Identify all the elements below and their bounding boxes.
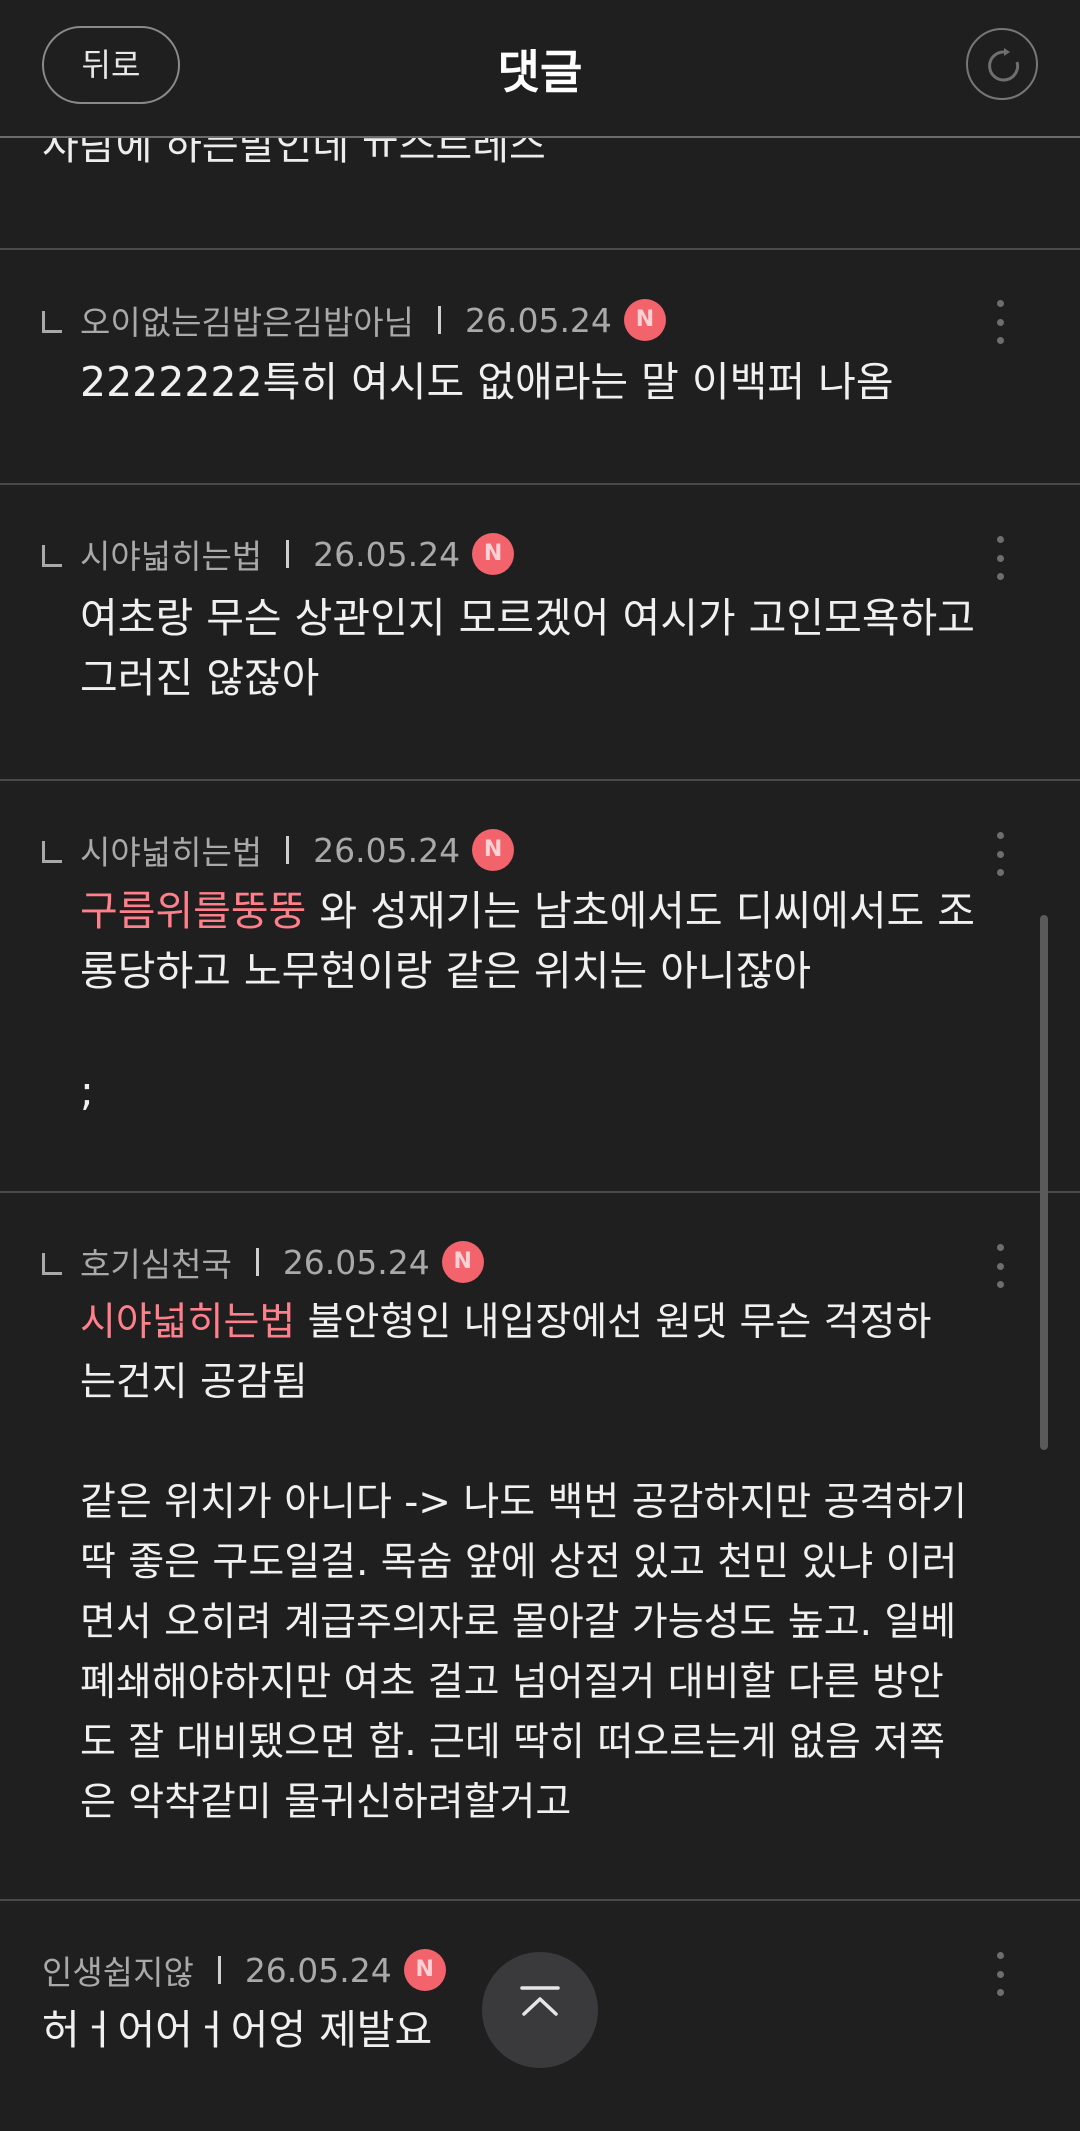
comment-date: 26.05.24 — [313, 830, 461, 870]
comment-date: 26.05.24 — [244, 1950, 392, 1990]
comment-text: 2222222특히 여시도 없애라는 말 이백퍼 나옴 — [80, 358, 894, 406]
reply-indicator-icon — [42, 1253, 62, 1275]
more-options-icon[interactable] — [996, 1244, 1004, 1288]
separator — [217, 1956, 221, 1984]
chevron-up-icon — [520, 1986, 560, 2016]
reply-indicator-icon — [42, 841, 62, 863]
comment-text: 여초랑 무슨 상관인지 모르겠어 여시가 고인모욕하고 그러진 않잖아 — [80, 594, 976, 702]
reply-indicator-icon — [42, 311, 62, 333]
new-badge: N — [403, 1949, 446, 1991]
comment-date: 26.05.24 — [464, 300, 612, 340]
more-options-icon[interactable] — [996, 1952, 1004, 1996]
comment-date: 26.05.24 — [282, 1242, 430, 1282]
comment-body: 불안형인 내입장에선 원댓 무슨 걱정하 는건지 공감됨 같은 위치가 아니다 … — [80, 1300, 968, 1825]
header-bar: 뒤로 댓글 — [0, 0, 1080, 138]
mention-link[interactable]: 구름위를뚱뚱 — [80, 887, 306, 935]
page-title: 댓글 — [497, 45, 583, 99]
mention-link[interactable]: 시야넓히는법 — [80, 1300, 295, 1345]
divider — [0, 1899, 1080, 1901]
more-options-icon[interactable] — [996, 536, 1004, 580]
comment-meta: 시야넓히는법 26.05.24 N — [42, 530, 515, 578]
comment-author[interactable]: 인생쉽지않 — [42, 1946, 194, 1994]
new-badge: N — [441, 1241, 484, 1283]
new-badge: N — [472, 829, 515, 871]
comment-meta: 호기심천국 26.05.24 N — [42, 1238, 484, 1286]
refresh-button[interactable] — [966, 28, 1038, 100]
divider — [0, 248, 1080, 250]
more-options-icon[interactable] — [996, 832, 1004, 876]
reply-indicator-icon — [42, 545, 62, 567]
separator — [286, 836, 290, 864]
comment-text: 구름위를뚱뚱 와 성재기는 남초에서도 디씨에서도 조 롱당하고 노무현이랑 같… — [80, 881, 1070, 1121]
scrollbar[interactable] — [1040, 915, 1048, 1450]
comment-author[interactable]: 시야넓히는법 — [80, 826, 262, 874]
comment-author[interactable]: 호기심천국 — [80, 1238, 232, 1286]
divider — [0, 1191, 1080, 1193]
new-badge: N — [623, 299, 666, 341]
divider — [0, 483, 1080, 485]
divider — [0, 779, 1080, 781]
comment-author[interactable]: 시야넓히는법 — [80, 530, 262, 578]
more-options-icon[interactable] — [996, 300, 1004, 344]
comment-meta: 오이없는김밥은김밥아님 26.05.24 N — [42, 296, 666, 344]
comment-meta: 인생쉽지않 26.05.24 N — [42, 1946, 446, 1994]
refresh-icon — [988, 48, 1020, 82]
separator — [437, 306, 441, 334]
separator — [286, 540, 290, 568]
comment-author[interactable]: 오이없는김밥은김밥아님 — [80, 296, 414, 344]
comment-text: 시야넓히는법 불안형인 내입장에선 원댓 무슨 걱정하 는건지 공감됨 같은 위… — [80, 1293, 1070, 1833]
scroll-to-top-button[interactable] — [482, 1952, 598, 2068]
new-badge: N — [472, 533, 515, 575]
comment-date: 26.05.24 — [313, 534, 461, 574]
separator — [255, 1248, 259, 1276]
comment-meta: 시야넓히는법 26.05.24 N — [42, 826, 515, 874]
